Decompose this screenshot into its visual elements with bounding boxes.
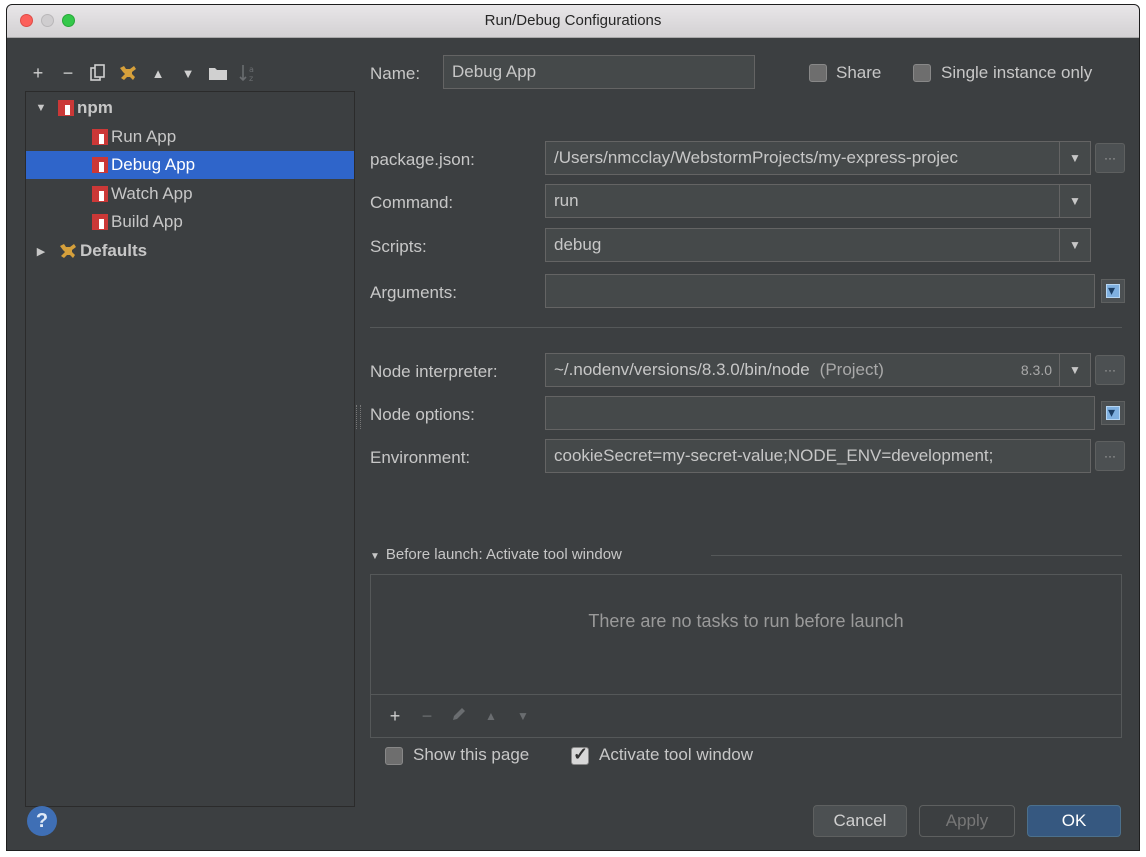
remove-configuration-button[interactable]: − (55, 61, 81, 85)
window-title: Run/Debug Configurations (484, 12, 662, 29)
configurations-tree: ▼ npm Run App Debug App Watch App Build … (25, 91, 355, 807)
show-this-page-checkbox[interactable] (385, 747, 403, 765)
tasks-toolbar: + − ▲ ▼ (371, 694, 1121, 737)
svg-text:a: a (249, 65, 254, 74)
section-divider (370, 327, 1122, 328)
npm-icon (92, 214, 108, 230)
move-down-button[interactable]: ▼ (175, 61, 201, 85)
node-version: 8.3.0 (1020, 362, 1052, 378)
move-task-up-button[interactable]: ▲ (475, 709, 507, 723)
chevron-down-icon[interactable]: ▼ (1059, 142, 1090, 174)
single-instance-label: Single instance only (941, 63, 1093, 82)
npm-icon (92, 129, 108, 145)
help-button[interactable]: ? (27, 806, 57, 836)
move-task-down-button[interactable]: ▼ (507, 709, 539, 723)
add-configuration-button[interactable]: + (25, 61, 51, 85)
folder-icon (209, 68, 227, 80)
before-launch-header[interactable]: ▼ Before launch: Activate tool window (370, 546, 622, 563)
show-this-page-label: Show this page (413, 745, 530, 764)
scripts-label: Scripts: (370, 237, 427, 256)
activate-tool-window-label: Activate tool window (599, 745, 754, 764)
wrench-icon (60, 244, 76, 258)
arguments-label: Arguments: (370, 283, 457, 302)
expanded-arrow-icon[interactable]: ▼ (34, 102, 48, 114)
name-label: Name: (370, 64, 421, 83)
scripts-value: debug (554, 235, 602, 254)
tree-item-label: Build App (111, 212, 183, 231)
tree-group-label: npm (77, 98, 113, 117)
copy-icon (90, 64, 105, 81)
node-options-field[interactable] (545, 396, 1095, 430)
svg-text:z: z (249, 74, 253, 83)
browse-package-json-button[interactable]: ··· (1095, 143, 1125, 173)
single-instance-checkbox[interactable] (913, 64, 931, 82)
before-launch-divider (711, 555, 1122, 556)
wrench-icon (120, 66, 136, 80)
name-value: Debug App (452, 62, 537, 81)
tree-item-watch-app[interactable]: Watch App (26, 180, 354, 208)
apply-button[interactable]: Apply (919, 805, 1015, 837)
edit-defaults-button[interactable] (115, 61, 141, 85)
pencil-icon (453, 707, 465, 720)
add-task-button[interactable]: + (379, 706, 411, 727)
collapsed-arrow-icon[interactable]: ▶ (34, 245, 48, 258)
tree-item-label: Debug App (111, 155, 196, 174)
sort-icon: az (239, 65, 254, 83)
package-json-value: /Users/nmcclay/WebstormProjects/my-expre… (554, 148, 958, 167)
environment-label: Environment: (370, 448, 471, 467)
name-field[interactable]: Debug App (443, 55, 755, 89)
package-json-combo[interactable]: /Users/nmcclay/WebstormProjects/my-expre… (545, 141, 1091, 175)
environment-field[interactable]: cookieSecret=my-secret-value;NODE_ENV=de… (545, 439, 1091, 473)
scripts-combo[interactable]: debug ▼ (545, 228, 1091, 262)
tree-item-run-app[interactable]: Run App (26, 123, 354, 151)
node-interpreter-scope: (Project) (819, 360, 884, 379)
node-interpreter-combo[interactable]: ~/.nodenv/versions/8.3.0/bin/node (Proje… (545, 353, 1091, 387)
tree-group-label: Defaults (80, 241, 148, 260)
npm-icon (58, 100, 74, 116)
expanded-arrow-icon: ▼ (370, 551, 380, 562)
browse-node-interpreter-button[interactable]: ··· (1095, 355, 1125, 385)
tree-group-npm[interactable]: ▼ npm (26, 94, 354, 122)
command-combo[interactable]: run ▼ (545, 184, 1091, 218)
share-label: Share (836, 63, 882, 82)
expand-node-options-icon[interactable] (1101, 401, 1125, 425)
empty-tasks-text: There are no tasks to run before launch (588, 611, 904, 631)
environment-value: cookieSecret=my-secret-value;NODE_ENV=de… (554, 446, 994, 465)
chevron-down-icon[interactable]: ▼ (1059, 229, 1090, 261)
node-interpreter-value: ~/.nodenv/versions/8.3.0/bin/node (554, 360, 810, 379)
configurations-toolbar: + − ▲ ▼ az (25, 59, 265, 87)
package-json-label: package.json: (370, 150, 475, 169)
sort-configurations-button[interactable]: az (235, 61, 261, 85)
tree-item-label: Watch App (111, 184, 193, 203)
chevron-down-icon[interactable]: ▼ (1059, 354, 1090, 386)
edit-task-button[interactable] (443, 706, 475, 727)
edit-environment-button[interactable]: ··· (1095, 441, 1125, 471)
copy-configuration-button[interactable] (85, 61, 111, 85)
move-up-button[interactable]: ▲ (145, 61, 171, 85)
npm-icon (92, 186, 108, 202)
chevron-down-icon[interactable]: ▼ (1059, 185, 1090, 217)
command-value: run (554, 191, 579, 210)
tree-group-defaults[interactable]: ▶ Defaults (26, 237, 354, 265)
splitter-handle[interactable] (356, 405, 361, 429)
npm-icon (92, 157, 108, 173)
command-label: Command: (370, 193, 454, 212)
node-interpreter-label: Node interpreter: (370, 362, 498, 381)
expand-arguments-icon[interactable] (1101, 279, 1125, 303)
tree-item-build-app[interactable]: Build App (26, 208, 354, 236)
run-debug-configurations-dialog: Run/Debug Configurations + − ▲ ▼ az ▼ np… (6, 4, 1140, 851)
title-bar: Run/Debug Configurations (7, 5, 1139, 38)
tree-item-debug-app[interactable]: Debug App (26, 151, 354, 179)
create-folder-button[interactable] (205, 61, 231, 85)
before-launch-tasks-list: There are no tasks to run before launch … (370, 574, 1122, 738)
activate-tool-window-checkbox[interactable] (571, 744, 589, 765)
ok-button[interactable]: OK (1027, 805, 1121, 837)
node-options-label: Node options: (370, 405, 475, 424)
arguments-field[interactable] (545, 274, 1095, 308)
share-checkbox[interactable] (809, 64, 827, 82)
remove-task-button[interactable]: − (411, 706, 443, 727)
tree-item-label: Run App (111, 127, 177, 146)
cancel-button[interactable]: Cancel (813, 805, 907, 837)
